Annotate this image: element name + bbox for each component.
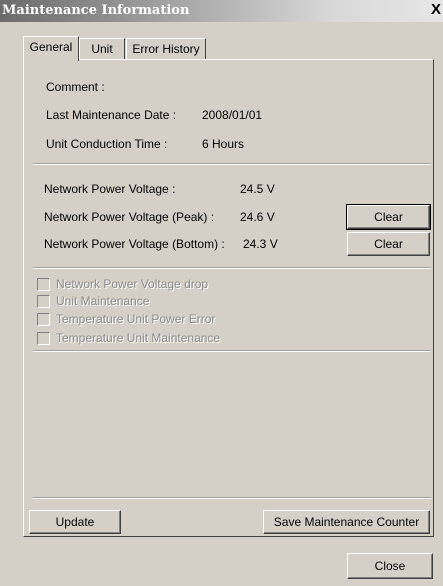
divider	[33, 267, 431, 269]
close-button[interactable]: Close	[347, 553, 433, 579]
title-bar[interactable]: Maintenance Information X	[0, 0, 443, 22]
close-icon[interactable]: X	[431, 1, 443, 19]
clear-bottom-button[interactable]: Clear	[347, 232, 430, 256]
save-maintenance-counter-button[interactable]: Save Maintenance Counter	[263, 510, 430, 534]
update-button[interactable]: Update	[29, 510, 121, 534]
network-power-voltage-bottom-value: 24.3 V	[243, 237, 278, 251]
unit-conduction-time-label: Unit Conduction Time :	[46, 137, 168, 151]
clear-peak-label: Clear	[374, 210, 403, 224]
clear-bottom-label: Clear	[374, 237, 403, 251]
network-power-voltage-bottom-label: Network Power Voltage (Bottom) :	[44, 237, 225, 251]
tab-error-history[interactable]: Error History	[126, 38, 206, 60]
maintenance-window: Maintenance Information X General Unit E…	[0, 0, 443, 586]
checkbox-label: Unit Maintenance	[56, 294, 150, 308]
clear-peak-button[interactable]: Clear	[346, 204, 431, 230]
divider	[33, 497, 431, 499]
last-maintenance-date-label: Last Maintenance Date :	[46, 108, 177, 122]
network-power-voltage-peak-value: 24.6 V	[240, 210, 275, 224]
network-power-voltage-value: 24.5 V	[240, 182, 275, 196]
last-maintenance-date-value: 2008/01/01	[202, 108, 263, 122]
comment-label: Comment :	[46, 80, 105, 94]
tab-general-label: General	[29, 40, 73, 54]
divider	[33, 350, 431, 352]
close-label: Close	[374, 559, 406, 573]
checkbox-box	[37, 278, 50, 291]
tab-unit-label: Unit	[91, 42, 113, 56]
checkbox-label: Temperature Unit Maintenance	[56, 331, 221, 345]
tab-error-history-label: Error History	[132, 42, 200, 56]
checkbox-label: Temperature Unit Power Error	[56, 312, 216, 326]
divider	[33, 163, 431, 165]
checkbox-box	[37, 295, 50, 308]
network-power-voltage-label: Network Power Voltage :	[44, 182, 176, 196]
tab-general[interactable]: General	[23, 36, 79, 61]
checkbox-box	[37, 313, 50, 326]
unit-conduction-time-value: 6 Hours	[202, 137, 245, 151]
general-tab-panel: Comment : Last Maintenance Date : 2008/0…	[23, 59, 434, 537]
checkbox-label: Network Power Voltage drop	[56, 277, 209, 291]
network-power-voltage-peak-label: Network Power Voltage (Peak) :	[44, 210, 215, 224]
tab-unit[interactable]: Unit	[79, 38, 125, 60]
update-label: Update	[55, 515, 95, 529]
save-maintenance-counter-label: Save Maintenance Counter	[273, 515, 420, 529]
window-title: Maintenance Information	[2, 3, 190, 18]
checkbox-box	[37, 332, 50, 345]
